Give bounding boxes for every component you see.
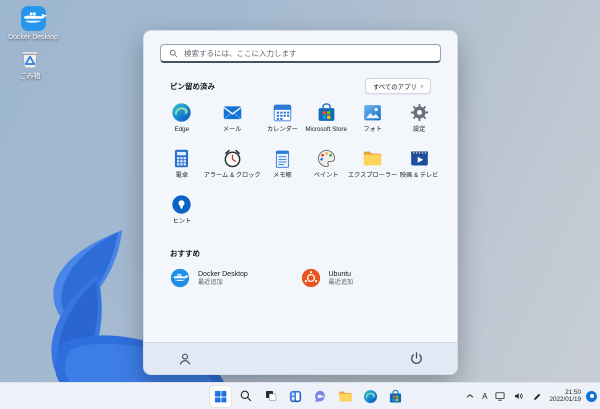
pinned-app-notepad[interactable]: メモ帳 bbox=[261, 147, 305, 188]
photos-icon bbox=[362, 101, 384, 123]
taskbar-edge-button[interactable] bbox=[359, 385, 382, 408]
pinned-app-movies-tv[interactable]: 映画 & テレビ bbox=[397, 147, 441, 188]
edge-icon bbox=[171, 101, 193, 123]
mail-icon bbox=[221, 101, 243, 123]
recommended-item-status: 最近追加 bbox=[198, 278, 223, 286]
clock-date: 2022/01/19 bbox=[549, 396, 581, 403]
pinned-app-tips[interactable]: ヒント bbox=[160, 193, 204, 234]
edge-icon bbox=[363, 389, 378, 403]
task-view-button[interactable] bbox=[259, 385, 282, 408]
taskbar-clock[interactable]: 21:50 2022/01/19 bbox=[549, 389, 581, 404]
desktop-icon-label: ごみ箱 bbox=[19, 73, 41, 80]
chevron-up-icon bbox=[466, 394, 474, 398]
docker-whale-icon bbox=[20, 5, 47, 32]
recycle-bin-icon bbox=[18, 47, 42, 71]
settings-gear-icon bbox=[408, 101, 430, 123]
hidden-icons-button[interactable] bbox=[464, 390, 476, 402]
pinned-app-calculator[interactable]: 電卓 bbox=[160, 147, 204, 188]
user-account-button[interactable] bbox=[174, 348, 196, 370]
widgets-button[interactable] bbox=[284, 385, 307, 408]
folder-icon bbox=[362, 147, 384, 169]
widgets-icon bbox=[289, 390, 302, 402]
power-icon bbox=[410, 352, 422, 364]
start-menu-footer bbox=[144, 342, 457, 374]
network-icon[interactable] bbox=[493, 389, 507, 403]
chat-icon bbox=[315, 390, 325, 402]
pinned-apps-grid: Edge メール カレンダー Microsoft Store フォト 設定 電卓… bbox=[160, 101, 441, 234]
folder-icon bbox=[339, 391, 352, 401]
recommended-item-name: Ubuntu bbox=[328, 270, 352, 278]
pinned-app-settings[interactable]: 設定 bbox=[397, 101, 441, 142]
store-icon bbox=[389, 389, 402, 402]
search-icon bbox=[169, 49, 178, 57]
search-icon bbox=[240, 390, 251, 402]
all-apps-button[interactable]: すべてのアプリ › bbox=[364, 78, 431, 94]
pinned-app-alarms-clock[interactable]: アラーム & クロック bbox=[204, 147, 261, 188]
pinned-app-microsoft-store[interactable]: Microsoft Store bbox=[304, 101, 348, 142]
volume-icon[interactable] bbox=[512, 389, 526, 403]
search-input[interactable] bbox=[184, 48, 432, 58]
calculator-icon bbox=[171, 147, 193, 169]
chevron-right-icon: › bbox=[420, 82, 423, 90]
user-icon bbox=[179, 353, 191, 365]
recommended-item-docker-desktop[interactable]: Docker Desktop 最近追加 bbox=[170, 268, 301, 288]
task-view-icon bbox=[265, 391, 276, 401]
start-button[interactable] bbox=[209, 384, 232, 408]
recommended-item-name: Docker Desktop bbox=[198, 270, 248, 278]
desktop-icon-docker-desktop[interactable]: Docker Desktop bbox=[2, 5, 64, 42]
recommended-section-title: おすすめ bbox=[170, 249, 200, 258]
ubuntu-icon bbox=[301, 268, 321, 288]
recommended-item-status: 最近追加 bbox=[328, 278, 354, 286]
notification-badge[interactable] bbox=[586, 390, 597, 402]
taskbar-store-button[interactable] bbox=[384, 385, 407, 408]
taskbar-search-button[interactable] bbox=[234, 385, 257, 408]
pinned-app-file-explorer[interactable]: エクスプローラー bbox=[348, 147, 397, 188]
tips-bulb-icon bbox=[171, 193, 193, 215]
notepad-icon bbox=[271, 147, 293, 169]
paint-palette-icon bbox=[315, 147, 337, 169]
pinned-app-calendar[interactable]: カレンダー bbox=[261, 101, 305, 142]
system-tray: A 21:50 2022/01/19 bbox=[464, 383, 597, 409]
pinned-app-photos[interactable]: フォト bbox=[348, 101, 397, 142]
chat-button[interactable] bbox=[309, 385, 332, 408]
alarm-clock-icon bbox=[221, 147, 243, 169]
power-button[interactable] bbox=[405, 348, 427, 370]
taskbar-center-buttons bbox=[209, 383, 407, 409]
movies-tv-icon bbox=[408, 147, 430, 169]
pinned-app-mail[interactable]: メール bbox=[204, 101, 261, 142]
start-search-box[interactable] bbox=[160, 44, 441, 63]
start-menu: ピン留め済み すべてのアプリ › Edge bbox=[143, 30, 458, 375]
desktop-icon-recycle-bin[interactable]: ごみ箱 bbox=[2, 47, 58, 81]
taskbar-file-explorer-button[interactable] bbox=[334, 385, 357, 408]
desktop-icon-label: Docker Desktop bbox=[8, 34, 58, 41]
calendar-icon bbox=[271, 101, 293, 123]
recommended-items: Docker Desktop 最近追加 Ubuntu 最近追加 bbox=[160, 268, 441, 288]
docker-whale-icon bbox=[170, 268, 190, 288]
windows-logo-icon bbox=[214, 390, 227, 402]
ime-mode-indicator[interactable]: A bbox=[481, 391, 488, 402]
store-icon bbox=[315, 101, 337, 123]
clock-time: 21:50 bbox=[565, 388, 581, 396]
pinned-app-paint[interactable]: ペイント bbox=[304, 147, 348, 188]
pen-icon[interactable] bbox=[531, 390, 544, 403]
recommended-item-ubuntu[interactable]: Ubuntu 最近追加 bbox=[301, 268, 432, 288]
pinned-section-title: ピン留め済み bbox=[170, 81, 215, 91]
pinned-app-edge[interactable]: Edge bbox=[160, 101, 204, 142]
taskbar: A 21:50 2022/01/19 bbox=[0, 382, 600, 409]
